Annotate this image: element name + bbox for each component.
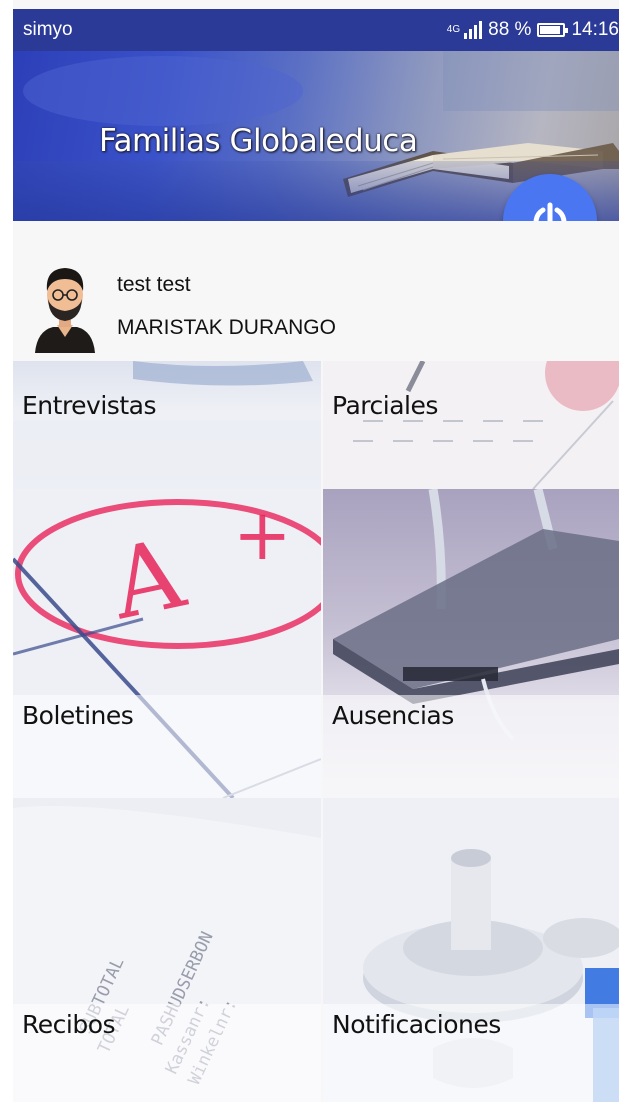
menu-label: Boletines [22, 701, 134, 730]
menu-tile-recibos[interactable]: SUBTOTAL TOTAL PASHUDSERBON Kassanr: Win… [13, 798, 321, 1102]
carrier-name: simyo [23, 19, 73, 40]
menu-label: Recibos [22, 1010, 116, 1039]
clock: 14:16 [571, 19, 619, 40]
battery-percent: 88 % [488, 19, 532, 40]
menu-tile-entrevistas[interactable]: Entrevistas [13, 361, 321, 489]
school-name: MARISTAK DURANGO [117, 316, 336, 339]
network-type: 4G [446, 24, 461, 35]
menu-label: Notificaciones [332, 1010, 501, 1039]
user-name: test test [117, 273, 191, 296]
status-icons: 4G 88 % 14:16 [447, 19, 619, 41]
entrevistas-image [13, 361, 321, 489]
parciales-image [353, 361, 619, 489]
menu-tile-ausencias[interactable]: Ausencias [323, 489, 619, 798]
svg-text:+: + [233, 494, 292, 576]
menu-label: Parciales [332, 391, 438, 420]
menu-label: Entrevistas [22, 391, 156, 420]
user-profile: test test MARISTAK DURANGO [13, 221, 619, 361]
app-screen: simyo 4G 88 % 14:16 Familias Globaleduca [13, 0, 619, 1102]
app-title: Familias Globaleduca [99, 123, 418, 159]
menu-tile-notificaciones[interactable]: Notificaciones [323, 798, 619, 1102]
status-bar: simyo 4G 88 % 14:16 [13, 9, 619, 51]
menu-label: Ausencias [332, 701, 454, 730]
battery-icon [537, 23, 569, 37]
signal-icon [464, 21, 483, 39]
menu-tile-parciales[interactable]: Parciales [323, 361, 619, 489]
menu-tile-boletines[interactable]: A + Boletines [13, 489, 321, 798]
svg-text:A: A [101, 517, 195, 642]
avatar [35, 268, 95, 353]
